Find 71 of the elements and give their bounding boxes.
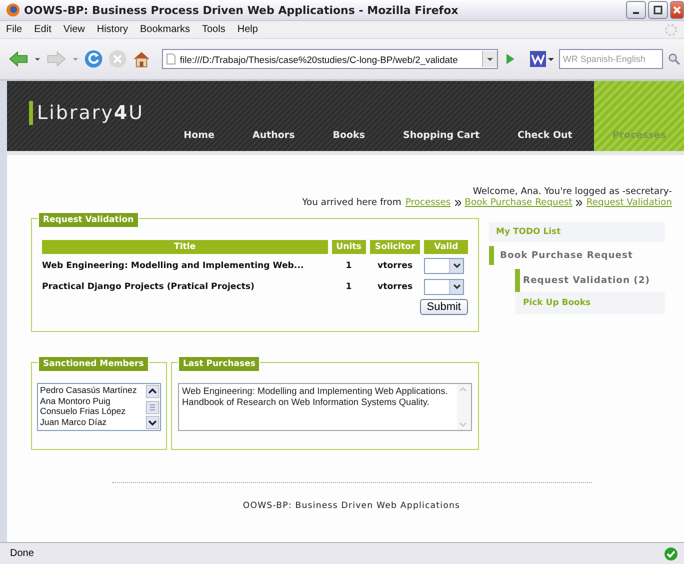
column-header: Units [332, 240, 366, 254]
todo-heading: My TODO List [489, 222, 665, 242]
table-cell: Practical Django Projects (Pratical Projects) [42, 282, 254, 292]
page-icon [166, 53, 176, 65]
w-logo-icon [530, 51, 546, 67]
dropdown-icon[interactable] [482, 51, 497, 67]
caret-icon [548, 56, 554, 62]
scroll-thumb-icon[interactable] [146, 400, 159, 414]
todo-item[interactable]: Book Purchase Request [489, 246, 665, 265]
dropdown-icon[interactable] [34, 55, 41, 63]
valid-dropdown[interactable] [424, 258, 464, 274]
search-field[interactable]: WR Spanish-English [558, 49, 663, 69]
close-button[interactable] [670, 1, 684, 19]
table-cell: 1 [346, 282, 352, 292]
menu-item[interactable]: Edit [34, 24, 52, 35]
reload-icon[interactable] [84, 48, 103, 70]
table-cell: vtorres [378, 261, 413, 271]
submit-button[interactable]: Submit [420, 299, 468, 315]
chevron-icon [454, 200, 461, 206]
column-header: Solicitor [370, 240, 420, 254]
window-title: OOWS-BP: Business Process Driven Web Applications - Mozilla Firefox [24, 4, 460, 16]
column-header: Title [42, 240, 328, 254]
menu-item[interactable]: Help [237, 24, 258, 35]
nav-tab[interactable]: Authors [230, 81, 311, 151]
caret-icon [452, 263, 461, 269]
back-icon[interactable] [8, 49, 29, 69]
table-cell: Web Engineering: Modelling and Implementing Web... [42, 261, 304, 271]
browser-logo-icon [6, 3, 20, 17]
menu-item[interactable]: View [63, 24, 85, 35]
valid-dropdown[interactable] [424, 279, 464, 295]
list-item[interactable]: Juan Marco Díaz [40, 416, 143, 427]
check-icon [664, 546, 678, 560]
logo-bar [29, 101, 33, 125]
panel-legend: Request Validation [38, 212, 139, 228]
maximize-button[interactable] [648, 1, 668, 19]
minimize-button[interactable] [626, 1, 646, 19]
menu-item[interactable]: Tools [202, 24, 226, 35]
menu-item[interactable]: File [6, 24, 22, 35]
scrollbar[interactable] [145, 384, 160, 430]
list-item[interactable]: Pedro Casasús Martínez [40, 385, 143, 396]
members-listbox[interactable]: Pedro Casasús Martínez Ana Montoro Puig Consuelo Frias López Juan Marco Díaz [37, 383, 161, 431]
table-cell: 1 [346, 261, 352, 271]
minimize-icon [633, 12, 639, 14]
nav-tab[interactable]: Shopping Cart [381, 81, 496, 151]
list-item[interactable]: Ana Montoro Puig [40, 396, 143, 406]
nav-tab[interactable]: Check Out [496, 81, 588, 151]
column-header: Valid [424, 240, 468, 254]
site-logo: Library4U [37, 102, 144, 124]
throbber-icon [664, 22, 678, 36]
nav-tab[interactable]: Books [310, 81, 382, 151]
close-icon [672, 5, 682, 15]
search-engine-icon[interactable] [530, 51, 554, 67]
scroll-up-icon[interactable] [146, 385, 159, 398]
search-icon[interactable] [668, 52, 680, 66]
caret-icon [452, 284, 461, 290]
breadcrumb-label: You arrived here from [302, 197, 402, 208]
panel-legend: Sanctioned Members [38, 356, 149, 372]
menu-item[interactable]: History [96, 24, 128, 35]
purchases-textarea[interactable]: Web Engineering: Modelling and Implementing Web Applications. Handbook of Research on Web Information Systems Quality. [178, 383, 472, 431]
maximize-icon [653, 5, 663, 15]
list-item[interactable]: Consuelo Frias López [40, 406, 143, 416]
menu-item[interactable]: Bookmarks [140, 24, 190, 35]
welcome-text: Welcome, Ana. You're logged as -secretary- [472, 186, 672, 197]
nav-tab[interactable]: Home [162, 81, 230, 151]
chevron-icon [576, 200, 582, 206]
address-field[interactable]: file:///D:/Trabajo/Thesis/case%20studies/C-long-BP/web/2_validate [162, 49, 498, 69]
footer-text: OOWS-BP: Business Driven Web Applications [242, 501, 460, 511]
panel-legend: Last Purchases [178, 356, 260, 372]
scroll-down-icon[interactable] [146, 416, 159, 429]
table-cell: vtorres [378, 282, 413, 292]
status-text: Done [10, 548, 34, 559]
